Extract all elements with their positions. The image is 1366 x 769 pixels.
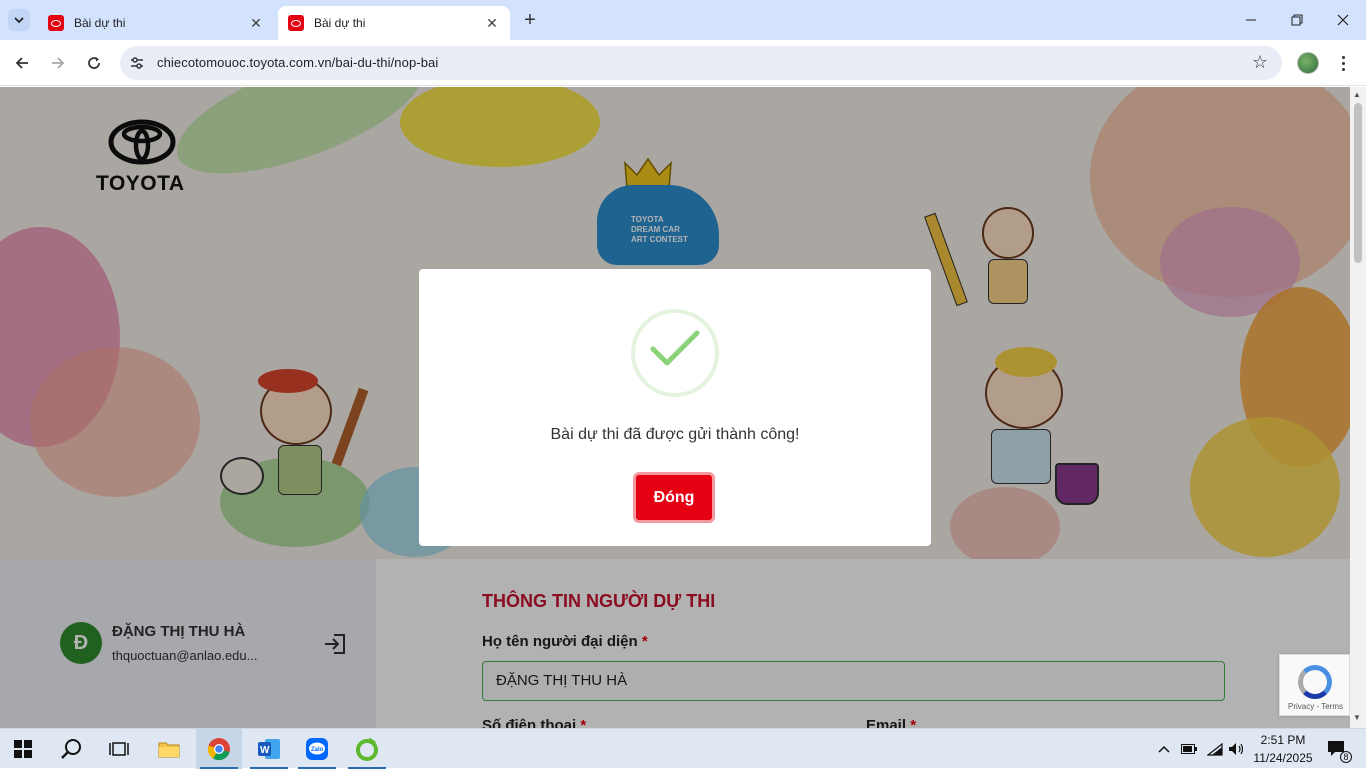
forward-button[interactable] — [45, 50, 71, 76]
file-explorer-button[interactable] — [146, 729, 192, 769]
tab-search-button[interactable] — [8, 9, 30, 31]
success-dialog: Bài dự thi đã được gửi thành công! Đóng — [419, 269, 931, 546]
chrome-taskbar-button[interactable] — [196, 729, 242, 769]
page-viewport: TOYOTA TOYOTA DREAM CAR ART CONTEST Đ ĐẶ… — [0, 87, 1350, 728]
taskbar-clock[interactable]: 2:51 PM 11/24/2025 — [1248, 731, 1318, 767]
battery-icon — [1181, 744, 1197, 754]
scrollbar-thumb[interactable] — [1354, 103, 1362, 263]
back-button[interactable] — [9, 50, 35, 76]
bookmark-star-icon[interactable]: ☆ — [1252, 52, 1268, 73]
success-check-icon — [631, 309, 719, 397]
reload-icon — [88, 57, 100, 69]
word-taskbar-button[interactable]: W — [246, 729, 292, 769]
profile-avatar[interactable] — [1297, 52, 1319, 74]
task-view-icon — [109, 742, 129, 756]
browser-menu-icon[interactable] — [1336, 50, 1350, 76]
windows-taskbar: W Zalo 2:51 PM 11/24/2025 8 — [0, 728, 1366, 769]
close-tab-icon[interactable]: ✕ — [484, 15, 500, 32]
speaker-icon — [1229, 743, 1244, 755]
folder-icon — [158, 742, 180, 758]
restore-button[interactable] — [1274, 0, 1320, 40]
close-dialog-button[interactable]: Đóng — [633, 472, 715, 523]
clock-time: 2:51 PM — [1260, 733, 1306, 747]
browser-tab-1[interactable]: Bài dự thi ✕ — [38, 6, 274, 40]
arrow-right-icon — [52, 57, 65, 69]
volume-tray-icon[interactable] — [1226, 729, 1248, 769]
recaptcha-logo-icon — [1298, 665, 1332, 699]
svg-text:Zalo: Zalo — [311, 747, 324, 753]
notification-count-badge: 8 — [1340, 751, 1352, 763]
arrow-left-icon — [15, 57, 28, 69]
clock-date: 11/24/2025 — [1253, 751, 1313, 765]
browser-tab-2[interactable]: Bài dự thi ✕ — [278, 6, 510, 40]
browser-tab-bar: Bài dự thi ✕ Bài dự thi ✕ + — [0, 0, 1366, 40]
minimize-icon — [1246, 19, 1256, 21]
site-settings-icon[interactable] — [128, 54, 146, 72]
green-app-icon — [356, 737, 378, 761]
zalo-icon: Zalo — [306, 738, 328, 760]
page-scrollbar[interactable]: ▲ ▼ — [1350, 87, 1366, 728]
network-tray-icon[interactable] — [1204, 729, 1226, 769]
windows-logo-icon — [14, 740, 32, 758]
start-button[interactable] — [0, 729, 46, 769]
recaptcha-badge[interactable]: Privacy - Terms — [1279, 654, 1350, 716]
restore-icon — [1291, 14, 1303, 26]
tab-title: Bài dự thi — [314, 16, 366, 30]
url-text[interactable]: chiecotomouoc.toyota.com.vn/bai-du-thi/n… — [157, 55, 438, 70]
search-button[interactable] — [48, 729, 94, 769]
zalo-taskbar-button[interactable]: Zalo — [294, 729, 340, 769]
reload-button[interactable] — [81, 50, 107, 76]
success-message: Bài dự thi đã được gửi thành công! — [550, 426, 800, 443]
show-hidden-icons-button[interactable] — [1154, 729, 1174, 769]
close-icon — [1337, 14, 1349, 26]
chevron-down-icon — [14, 17, 24, 24]
new-tab-button[interactable]: + — [518, 8, 542, 32]
toyota-favicon-icon — [288, 15, 304, 31]
chrome-icon — [207, 738, 230, 761]
browser-toolbar: chiecotomouoc.toyota.com.vn/bai-du-thi/n… — [0, 40, 1366, 86]
address-bar[interactable]: chiecotomouoc.toyota.com.vn/bai-du-thi/n… — [120, 46, 1282, 80]
battery-tray-icon[interactable] — [1178, 729, 1200, 769]
close-window-button[interactable] — [1320, 0, 1366, 40]
minimize-button[interactable] — [1228, 0, 1274, 40]
scroll-up-arrow-icon[interactable]: ▲ — [1353, 90, 1361, 99]
scroll-down-arrow-icon[interactable]: ▼ — [1353, 713, 1361, 722]
tab-title: Bài dự thi — [74, 16, 126, 30]
toyota-favicon-icon — [48, 15, 64, 31]
app-taskbar-button[interactable] — [344, 729, 390, 769]
recaptcha-links[interactable]: Privacy - Terms — [1280, 702, 1350, 711]
chevron-up-icon — [1158, 745, 1170, 753]
word-icon: W — [258, 739, 280, 759]
close-tab-icon[interactable]: ✕ — [248, 15, 264, 32]
action-center-button[interactable]: 8 — [1322, 729, 1352, 769]
task-view-button[interactable] — [96, 729, 142, 769]
wifi-icon — [1207, 742, 1223, 756]
search-icon — [61, 739, 81, 759]
svg-text:W: W — [260, 745, 270, 756]
